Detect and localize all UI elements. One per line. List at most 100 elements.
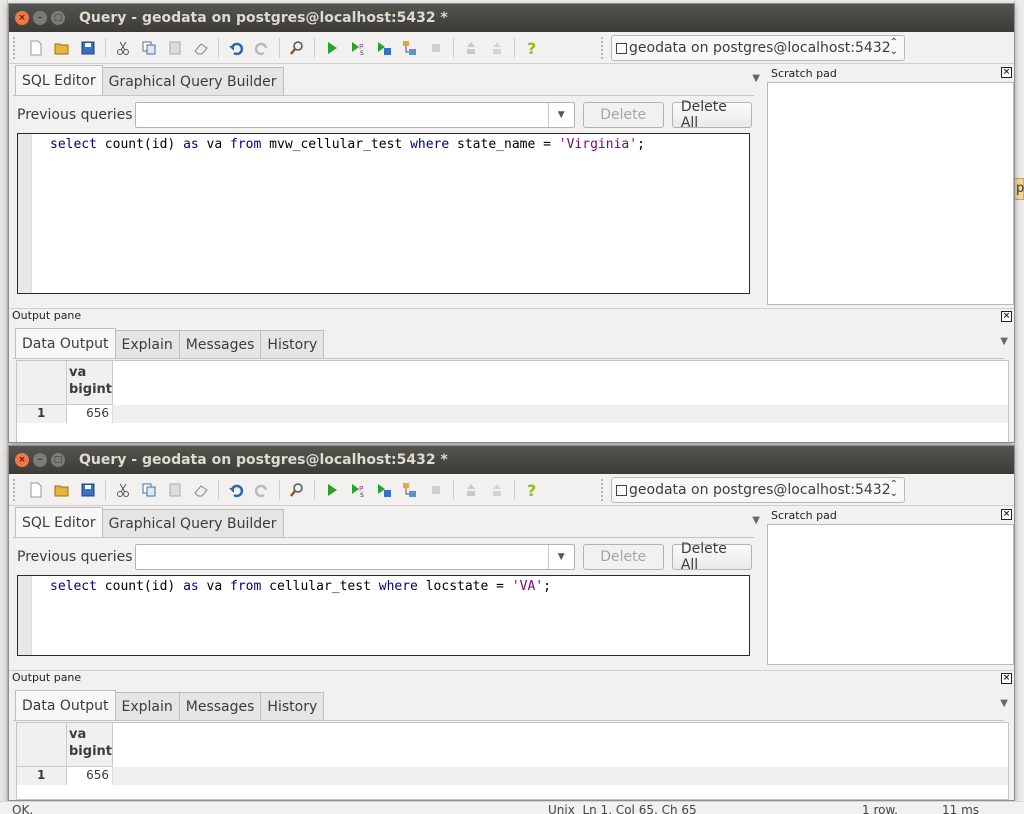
explain-icon[interactable] (399, 37, 421, 59)
tab-menu-icon[interactable]: ▼ (1000, 698, 1008, 709)
commit-icon[interactable] (460, 37, 482, 59)
tab-explain[interactable]: Explain (114, 692, 180, 720)
tab-data-output[interactable]: Data Output (15, 328, 116, 358)
minimize-window-button[interactable]: – (33, 11, 47, 25)
copy-icon[interactable] (138, 37, 160, 59)
close-output-pane-icon[interactable]: × (1001, 673, 1012, 684)
tab-sql-editor[interactable]: SQL Editor (15, 65, 103, 95)
find-icon[interactable] (286, 37, 308, 59)
cut-icon[interactable] (112, 37, 134, 59)
execute-icon[interactable] (321, 479, 343, 501)
spinner-arrows-icon: ⌃ ⌄ (889, 37, 898, 57)
rollback-icon[interactable] (486, 37, 508, 59)
tab-menu-icon[interactable]: ▼ (752, 515, 760, 526)
execute-to-file-icon[interactable] (373, 479, 395, 501)
toolbar-grip[interactable] (13, 36, 17, 59)
delete-all-button[interactable]: Delete All (671, 99, 752, 131)
close-scratch-pad-icon[interactable]: × (1001, 509, 1012, 520)
table-cell[interactable]: 656 (67, 767, 113, 785)
tab-menu-icon[interactable]: ▼ (752, 73, 760, 84)
tab-history[interactable]: History (260, 692, 325, 720)
scratch-pad-title: Scratch pad (771, 66, 837, 80)
tab-graphical-query-builder[interactable]: Graphical Query Builder (101, 509, 284, 537)
sql-editor[interactable]: select count(id) as va from cellular_tes… (17, 575, 750, 656)
sql-line: select count(id) as va from cellular_tes… (50, 579, 551, 594)
connection-checkbox[interactable] (616, 484, 627, 496)
maximize-window-button[interactable]: □ (51, 11, 65, 25)
save-icon[interactable] (77, 37, 99, 59)
execute-pgscript-icon[interactable]: PS (347, 37, 369, 59)
execute-to-file-icon[interactable] (373, 37, 395, 59)
query-window-1: × – □ Query - geodata on postgres@localh… (8, 3, 1015, 443)
close-window-button[interactable]: × (15, 11, 29, 25)
column-header[interactable]: va bigint (67, 361, 113, 405)
tab-graphical-query-builder[interactable]: Graphical Query Builder (101, 67, 284, 95)
editor-area: SQL Editor Graphical Query Builder ▼ Pre… (9, 65, 1014, 305)
grid-corner (17, 361, 67, 405)
tab-messages[interactable]: Messages (178, 330, 262, 358)
execute-icon[interactable] (321, 37, 343, 59)
undo-icon[interactable] (225, 37, 247, 59)
tab-menu-icon[interactable]: ▼ (1000, 336, 1008, 347)
close-output-pane-icon[interactable]: × (1001, 311, 1012, 322)
previous-queries-dropdown[interactable]: ▼ (135, 102, 575, 128)
previous-queries-dropdown[interactable]: ▼ (135, 544, 575, 570)
cancel-query-icon[interactable] (425, 479, 447, 501)
rollback-icon[interactable] (486, 479, 508, 501)
connection-selector[interactable]: geodata on postgres@localhost:5432 ⌃ ⌄ (611, 35, 905, 61)
connection-checkbox[interactable] (616, 42, 627, 54)
sql-editor[interactable]: select count(id) as va from mvw_cellular… (17, 133, 750, 294)
execute-pgscript-icon[interactable]: PS (347, 479, 369, 501)
open-folder-icon[interactable] (51, 479, 73, 501)
paste-icon[interactable] (164, 37, 186, 59)
tab-explain[interactable]: Explain (114, 330, 180, 358)
tab-divider (13, 537, 754, 538)
cancel-query-icon[interactable] (425, 37, 447, 59)
toolbar-grip[interactable] (601, 36, 605, 59)
connection-selector[interactable]: geodata on postgres@localhost:5432 ⌃ ⌄ (611, 477, 905, 503)
tab-messages[interactable]: Messages (178, 692, 262, 720)
clear-icon[interactable] (190, 479, 212, 501)
redo-icon[interactable] (251, 479, 273, 501)
commit-icon[interactable] (460, 479, 482, 501)
delete-button[interactable]: Delete (582, 102, 664, 128)
scratch-pad-textarea[interactable] (767, 82, 1014, 305)
undo-icon[interactable] (225, 479, 247, 501)
toolbar-grip[interactable] (13, 478, 17, 501)
new-file-icon[interactable] (25, 479, 47, 501)
toolbar-grip[interactable] (601, 478, 605, 501)
open-folder-icon[interactable] (51, 37, 73, 59)
find-icon[interactable] (286, 479, 308, 501)
copy-icon[interactable] (138, 479, 160, 501)
row-header[interactable]: 1 (17, 405, 67, 423)
svg-text:?: ? (527, 482, 536, 498)
paste-icon[interactable] (164, 479, 186, 501)
dropdown-arrow-icon[interactable]: ▼ (547, 545, 574, 569)
tab-history[interactable]: History (260, 330, 325, 358)
table-cell[interactable]: 656 (67, 405, 113, 423)
explain-icon[interactable] (399, 479, 421, 501)
cut-icon[interactable] (112, 479, 134, 501)
new-file-icon[interactable] (25, 37, 47, 59)
clear-icon[interactable] (190, 37, 212, 59)
row-stripe (113, 405, 1008, 423)
redo-icon[interactable] (251, 37, 273, 59)
column-header[interactable]: va bigint (67, 723, 113, 767)
scratch-pad-textarea[interactable] (767, 524, 1014, 665)
save-icon[interactable] (77, 479, 99, 501)
help-icon[interactable]: ? (521, 37, 543, 59)
delete-button[interactable]: Delete (582, 544, 664, 570)
delete-all-button[interactable]: Delete All (671, 541, 752, 573)
close-window-button[interactable]: × (15, 453, 29, 467)
dropdown-arrow-icon[interactable]: ▼ (547, 103, 574, 127)
row-header[interactable]: 1 (17, 767, 67, 785)
tab-sql-editor[interactable]: SQL Editor (15, 507, 103, 537)
separator (279, 37, 280, 58)
close-scratch-pad-icon[interactable]: × (1001, 67, 1012, 78)
help-icon[interactable]: ? (521, 479, 543, 501)
output-pane-title: Output pane (12, 671, 82, 684)
tab-data-output[interactable]: Data Output (15, 690, 116, 720)
minimize-window-button[interactable]: – (33, 453, 47, 467)
previous-queries-label: Previous queries (17, 107, 133, 123)
maximize-window-button[interactable]: □ (51, 453, 65, 467)
